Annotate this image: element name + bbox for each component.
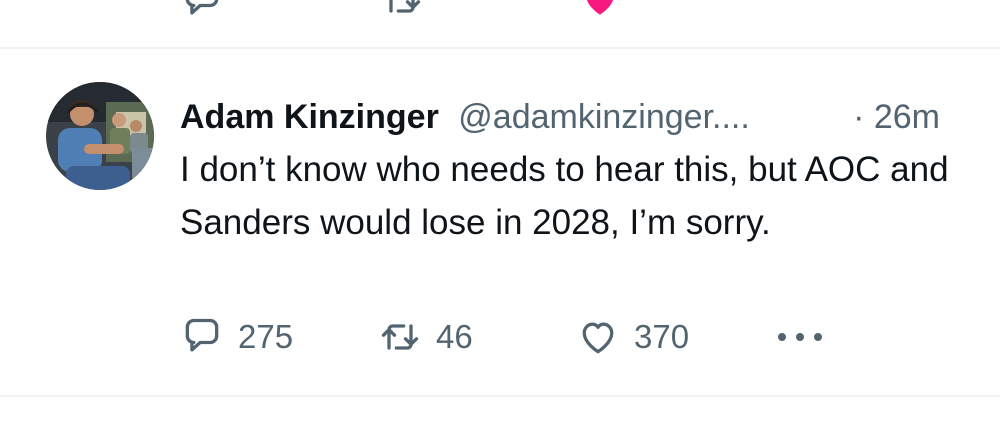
display-name[interactable]: Adam Kinzinger xyxy=(180,98,439,136)
tweet[interactable]: Adam Kinzinger @adamkinzinger.... · 26m … xyxy=(0,50,1000,395)
like-count: 370 xyxy=(634,318,690,355)
retweet-icon[interactable] xyxy=(380,0,424,27)
user-handle[interactable]: @adamkinzinger.... xyxy=(458,98,750,136)
avatar[interactable] xyxy=(46,82,154,190)
heart-icon[interactable] xyxy=(578,0,622,27)
more-button[interactable] xyxy=(772,312,828,362)
tweet-text: I don’t know who needs to hear this, but… xyxy=(180,150,949,242)
reply-button[interactable]: 275 xyxy=(180,312,293,362)
reply-count: 275 xyxy=(238,318,294,355)
retweet-icon xyxy=(378,315,422,359)
previous-tweet-actions xyxy=(0,0,1000,48)
retweet-count: 46 xyxy=(436,318,473,355)
more-horizontal-icon xyxy=(772,315,828,359)
profile-photo-icon xyxy=(46,82,154,190)
like-button[interactable]: 370 xyxy=(576,312,689,362)
heart-icon xyxy=(576,315,620,359)
tweet-actions: 275 46 370 xyxy=(0,312,1000,362)
divider-top xyxy=(0,47,1000,49)
reply-icon xyxy=(180,315,224,359)
divider-bottom xyxy=(0,395,1000,397)
tweet-header: Adam Kinzinger @adamkinzinger.... · 26m xyxy=(180,92,980,142)
timestamp[interactable]: · 26m xyxy=(853,92,940,142)
retweet-button[interactable]: 46 xyxy=(378,312,473,362)
reply-icon[interactable] xyxy=(180,0,224,27)
